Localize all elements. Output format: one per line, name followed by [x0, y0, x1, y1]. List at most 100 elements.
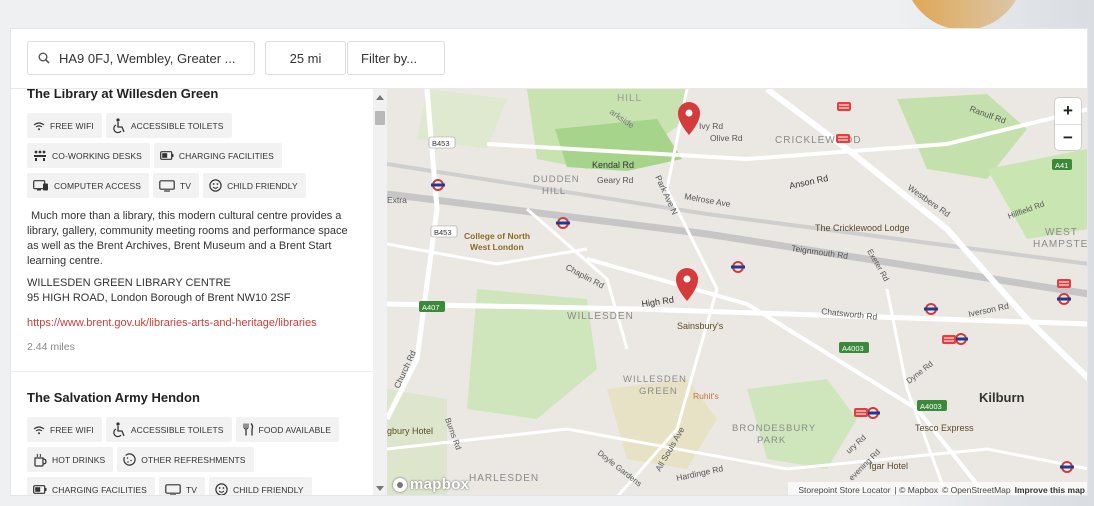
poi-label: West London: [470, 242, 524, 252]
address-line-1: WILLESDEN GREEN LIBRARY CENTRE: [27, 277, 231, 289]
road-number: A4003: [842, 344, 864, 353]
distance-value: 25 mi: [289, 50, 322, 66]
rail-station-icon: [836, 134, 850, 143]
wheelchair-icon: [113, 421, 125, 437]
results-list: The Library at Willesden Green FREE WIFI…: [11, 89, 373, 495]
tag-computer-access: COMPUTER ACCESS: [27, 173, 149, 198]
tag-tv: TV: [158, 477, 206, 495]
poi-label: Ruhit's: [693, 391, 719, 401]
tag-accessible-toilets: ACCESSIBLE TOILETS: [105, 417, 232, 442]
tv-icon: [159, 179, 175, 192]
rail-station-icon: [854, 408, 868, 417]
tag-charging-facilities: CHARGING FACILITIES: [27, 477, 155, 495]
location-title[interactable]: The Salvation Army Hendon: [27, 388, 357, 408]
road-number: B453: [434, 228, 452, 237]
road-number: A407: [422, 303, 440, 312]
street-label: Olive Rd: [710, 133, 743, 143]
scroll-up-arrow[interactable]: [376, 95, 384, 100]
tag-free-wifi: FREE WIFI: [27, 113, 102, 138]
filter-select[interactable]: Filter by...: [347, 41, 445, 75]
rail-station-icon: [837, 102, 851, 111]
tag-label: CHILD FRIENDLY: [233, 484, 304, 495]
zoom-out-button[interactable]: −: [1055, 124, 1081, 150]
location-website-link[interactable]: https://www.brent.gov.uk/libraries-arts-…: [27, 317, 357, 329]
location-address: WILLESDEN GREEN LIBRARY CENTRE 95 HIGH R…: [27, 276, 357, 306]
area-label: HAMPSTE: [1033, 239, 1088, 250]
mapbox-logo-icon: [393, 477, 407, 492]
location-card[interactable]: The Salvation Army Hendon FREE WIFI ACCE…: [11, 388, 373, 495]
amenity-tags: FREE WIFI ACCESSIBLE TOILETS CO-WORKING …: [27, 113, 357, 203]
amenity-tags: FREE WIFI ACCESSIBLE TOILETS FOOD AVAILA…: [27, 417, 357, 495]
poi-label: Tesco Express: [915, 423, 974, 433]
tag-label: FREE WIFI: [50, 424, 94, 435]
wheelchair-icon: [113, 117, 125, 133]
location-title[interactable]: The Library at Willesden Green: [27, 89, 357, 104]
location-search-input[interactable]: HA9 0FJ, Wembley, Greater ...: [59, 51, 236, 66]
tag-tv: TV: [153, 173, 200, 198]
tag-label: HOT DRINKS: [52, 454, 106, 465]
rail-station-icon: [942, 335, 956, 344]
tag-label: ACCESSIBLE TOILETS: [130, 120, 224, 131]
rail-station-icon: [1057, 279, 1071, 288]
store-locator-widget: HA9 0FJ, Wembley, Greater ... 25 mi Filt…: [10, 28, 1088, 496]
area-label: WEST: [1045, 227, 1078, 238]
tag-label: CHARGING FACILITIES: [178, 150, 274, 161]
map-view[interactable]: B453 B453 A41 A407 A4003 A4003 HILL arks…: [387, 89, 1088, 495]
tag-food-available: FOOD AVAILABLE: [235, 417, 339, 442]
location-search-field[interactable]: HA9 0FJ, Wembley, Greater ...: [27, 41, 255, 75]
tag-label: ACCESSIBLE TOILETS: [130, 424, 224, 435]
tag-label: COMPUTER ACCESS: [54, 180, 141, 191]
poi-label: College of North: [464, 231, 530, 241]
poi-label: gbury Hotel: [387, 426, 433, 436]
zoom-in-button[interactable]: +: [1055, 98, 1081, 124]
poi-label: Igar Hotel: [869, 461, 908, 471]
results-scrollbar[interactable]: [373, 89, 387, 495]
card-divider: [11, 371, 373, 372]
tag-accessible-toilets: ACCESSIBLE TOILETS: [105, 113, 232, 138]
improve-map-link[interactable]: Improve this map: [1015, 485, 1085, 495]
cup-icon: [34, 453, 47, 467]
tag-child-friendly: CHILD FRIENDLY: [209, 477, 312, 495]
tag-label: TV: [180, 180, 192, 191]
tag-label: CHILD FRIENDLY: [227, 180, 298, 191]
osm-link[interactable]: © OpenStreetMap: [942, 485, 1011, 495]
street-label: Kendal Rd: [592, 160, 634, 170]
scroll-thumb[interactable]: [375, 111, 385, 125]
tag-label: TV: [185, 484, 198, 495]
computer-icon: [33, 180, 48, 191]
road-number: A4003: [920, 402, 942, 411]
tag-label: CHARGING FACILITIES: [52, 484, 147, 495]
store-locator-link[interactable]: Storepoint Store Locator: [798, 485, 890, 495]
tag-charging-facilities: CHARGING FACILITIES: [153, 143, 282, 168]
tag-free-wifi: FREE WIFI: [27, 417, 102, 442]
tag-label: FOOD AVAILABLE: [258, 424, 331, 435]
mapbox-logo[interactable]: mapbox: [393, 476, 469, 493]
location-card[interactable]: The Library at Willesden Green FREE WIFI…: [11, 89, 373, 353]
area-label: HILL: [542, 186, 566, 197]
zoom-controls: + −: [1055, 98, 1081, 150]
tag-child-friendly: CHILD FRIENDLY: [203, 173, 306, 198]
scroll-down-arrow[interactable]: [376, 486, 384, 491]
area-label: BRONDESBURY: [732, 423, 816, 434]
distance-select[interactable]: 25 mi: [265, 41, 346, 75]
area-label: DUDDEN: [533, 174, 580, 185]
road-number: A41: [1055, 161, 1068, 170]
wifi-icon: [33, 121, 45, 130]
area-label: Kilburn: [979, 390, 1025, 405]
area-label: HILL: [617, 93, 642, 104]
filter-placeholder: Filter by...: [361, 50, 418, 66]
search-icon: [38, 52, 50, 64]
mapbox-logo-text: mapbox: [410, 476, 470, 493]
smiley-icon: [209, 179, 222, 192]
tv-icon: [165, 483, 181, 495]
map-attribution: Storepoint Store Locator | © Mapbox © Op…: [788, 482, 1087, 495]
fork-knife-icon: [243, 423, 253, 436]
tag-label: OTHER REFRESHMENTS: [141, 454, 246, 465]
address-line-2: 95 HIGH ROAD, London Borough of Brent NW…: [27, 292, 291, 304]
location-distance: 2.44 miles: [27, 341, 75, 353]
search-bar: HA9 0FJ, Wembley, Greater ... 25 mi Filt…: [11, 29, 1087, 89]
mapbox-link[interactable]: | © Mapbox: [895, 485, 938, 495]
street-label: Ivy Rd: [699, 121, 723, 131]
street-label: Geary Rd: [597, 175, 634, 185]
smiley-icon: [215, 483, 228, 495]
